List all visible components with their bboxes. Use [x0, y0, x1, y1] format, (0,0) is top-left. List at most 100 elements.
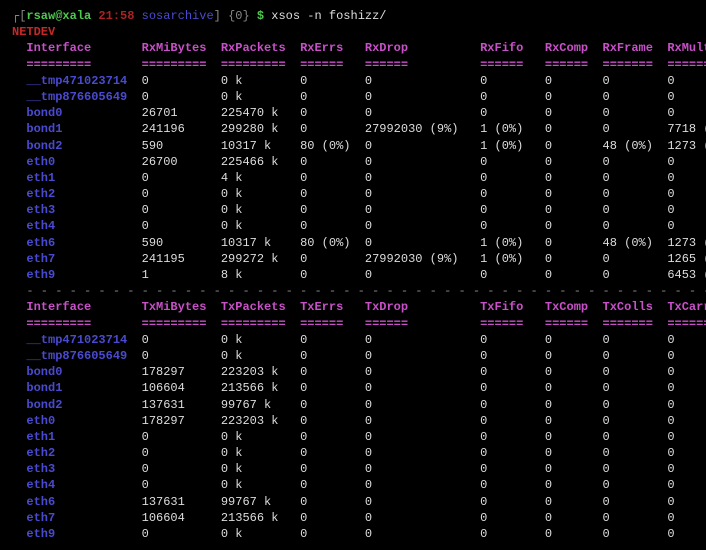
- command-text: xsos -n foshizz/: [271, 9, 386, 23]
- cell-value: 0: [365, 236, 480, 250]
- cell-value: 0: [603, 511, 668, 525]
- interface-name: eth1: [26, 430, 141, 444]
- cell-value: 0: [545, 398, 603, 412]
- table-row: bond2 590 10317 k 80 (0%) 0 1 (0%) 0 48 …: [12, 138, 694, 154]
- cell-value: 0: [545, 187, 603, 201]
- interface-name: eth7: [26, 252, 141, 266]
- interface-name: bond1: [26, 381, 141, 395]
- cell-value: 0: [545, 446, 603, 460]
- table-row: __tmp876605649 0 0 k 0 0 0 0 0 0: [12, 348, 694, 364]
- cell-value: 0: [300, 365, 365, 379]
- table-row: eth6 590 10317 k 80 (0%) 0 1 (0%) 0 48 (…: [12, 235, 694, 251]
- interface-name: bond1: [26, 122, 141, 136]
- cell-value: 0: [365, 365, 480, 379]
- cell-value: 0: [545, 430, 603, 444]
- cell-value: 0 k: [221, 219, 300, 233]
- col-sep: =========: [26, 58, 141, 72]
- cell-value: 0: [545, 511, 603, 525]
- cell-value: 225466 k: [221, 155, 300, 169]
- cell-value: 0 k: [221, 430, 300, 444]
- cell-value: 0: [142, 219, 221, 233]
- cell-value: 1 (0%): [480, 139, 545, 153]
- col-sep: =========: [221, 317, 300, 331]
- col-header: RxErrs: [300, 41, 365, 55]
- cell-value: 0: [545, 333, 603, 347]
- col-header: TxErrs: [300, 300, 365, 314]
- cell-value: 0: [300, 74, 365, 88]
- cell-value: 0: [300, 106, 365, 120]
- col-header: Interface: [26, 41, 141, 55]
- cell-value: 0: [603, 495, 668, 509]
- col-sep: =========: [142, 58, 221, 72]
- cell-value: 0: [545, 139, 603, 153]
- col-header: RxFrame: [603, 41, 668, 55]
- cell-value: 0: [365, 462, 480, 476]
- interface-name: eth0: [26, 414, 141, 428]
- cell-value: 0: [603, 252, 668, 266]
- cell-value: 0: [480, 268, 545, 282]
- cell-value: 1 (0%): [480, 122, 545, 136]
- interface-name: __tmp876605649: [26, 349, 141, 363]
- cell-value: 0: [300, 90, 365, 104]
- col-sep: ======: [365, 317, 480, 331]
- col-header: TxDrop: [365, 300, 480, 314]
- col-sep: ======: [365, 58, 480, 72]
- prompt-time: 21:58: [98, 9, 134, 23]
- prompt-dir: sosarchive: [142, 9, 214, 23]
- cell-value: 0: [603, 90, 668, 104]
- interface-name: eth4: [26, 219, 141, 233]
- table-row: eth9 1 8 k 0 0 0 0 0 6453 (86%): [12, 267, 694, 283]
- cell-value: 0: [480, 90, 545, 104]
- cell-value: 0: [667, 333, 674, 347]
- interface-name: eth6: [26, 236, 141, 250]
- cell-value: 0: [545, 478, 603, 492]
- cell-value: 0 k: [221, 187, 300, 201]
- cell-value: 590: [142, 236, 221, 250]
- cell-value: 0: [480, 187, 545, 201]
- interface-name: eth0: [26, 155, 141, 169]
- cell-value: 0: [667, 430, 674, 444]
- cell-value: 0: [667, 462, 674, 476]
- cell-value: 0: [667, 511, 674, 525]
- cell-value: 0: [545, 219, 603, 233]
- cell-value: 0: [603, 122, 668, 136]
- interface-name: eth2: [26, 187, 141, 201]
- cell-value: 27992030 (9%): [365, 252, 480, 266]
- cell-value: 0: [142, 90, 221, 104]
- cell-value: 0: [545, 106, 603, 120]
- cell-value: 0: [603, 74, 668, 88]
- cell-value: 6453 (86%): [667, 268, 706, 282]
- prompt-marker: {0}: [228, 9, 250, 23]
- cell-value: 137631: [142, 495, 221, 509]
- table-row: eth0 26700 225466 k 0 0 0 0 0 0: [12, 154, 694, 170]
- cell-value: 48 (0%): [603, 139, 668, 153]
- cell-value: 0 k: [221, 349, 300, 363]
- cell-value: 299280 k: [221, 122, 300, 136]
- cell-value: 0: [603, 187, 668, 201]
- table-row: eth6 137631 99767 k 0 0 0 0 0 0: [12, 494, 694, 510]
- cell-value: 27992030 (9%): [365, 122, 480, 136]
- cell-value: 0: [480, 381, 545, 395]
- cell-value: 0: [667, 381, 674, 395]
- table-row: eth2 0 0 k 0 0 0 0 0 0: [12, 186, 694, 202]
- cell-value: 0: [603, 219, 668, 233]
- col-header: TxFifo: [480, 300, 545, 314]
- cell-value: 0: [480, 106, 545, 120]
- cell-value: 0: [365, 106, 480, 120]
- cell-value: 0: [667, 495, 674, 509]
- cell-value: 0: [365, 187, 480, 201]
- table-row: __tmp471023714 0 0 k 0 0 0 0 0 0: [12, 73, 694, 89]
- cell-value: 0: [300, 495, 365, 509]
- cell-value: 1273 (0%): [667, 236, 706, 250]
- cell-value: 0: [142, 462, 221, 476]
- table-row: bond2 137631 99767 k 0 0 0 0 0 0: [12, 397, 694, 413]
- table-row: eth7 106604 213566 k 0 0 0 0 0 0: [12, 510, 694, 526]
- cell-value: 0: [480, 171, 545, 185]
- cell-value: 213566 k: [221, 381, 300, 395]
- cell-value: 106604: [142, 511, 221, 525]
- cell-value: 0: [300, 203, 365, 217]
- table-row: bond1 241196 299280 k 0 27992030 (9%) 1 …: [12, 121, 694, 137]
- table-row: bond0 178297 223203 k 0 0 0 0 0 0: [12, 364, 694, 380]
- cell-value: 0: [300, 511, 365, 525]
- cell-value: 0: [480, 462, 545, 476]
